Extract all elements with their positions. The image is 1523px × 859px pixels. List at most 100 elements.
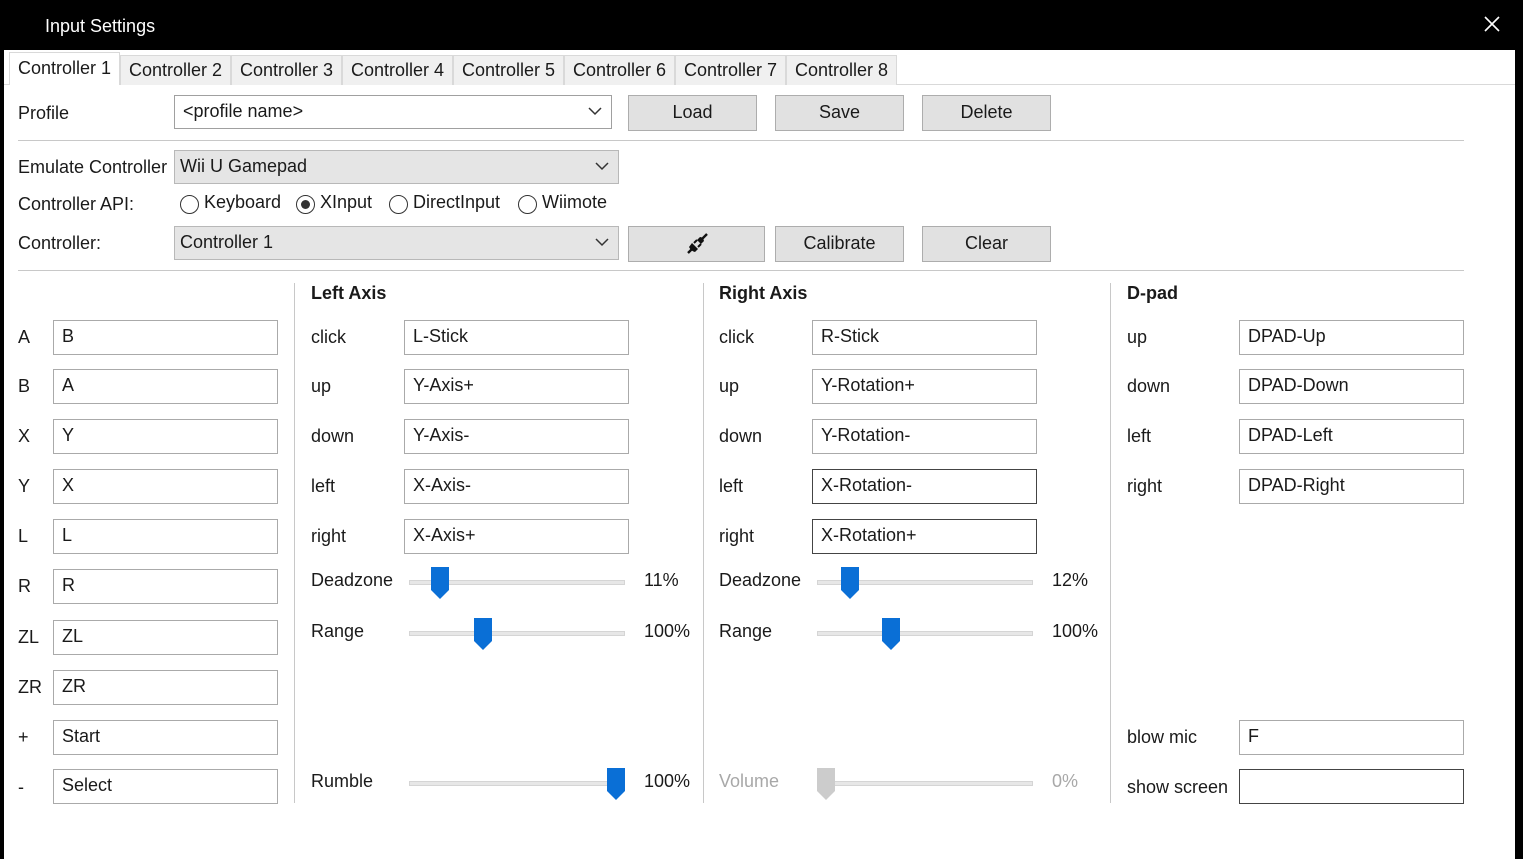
controller-label: Controller: xyxy=(18,233,102,253)
profile-label: Profile xyxy=(18,103,70,123)
left-axis-up-field[interactable]: Y-Axis+ xyxy=(404,369,629,404)
connect-button[interactable] xyxy=(628,226,765,262)
mapping-minus[interactable]: Select xyxy=(53,769,278,804)
button-label-b: B xyxy=(18,376,31,396)
slider-thumb[interactable] xyxy=(840,567,859,599)
tab-controller-8[interactable]: Controller 8 xyxy=(786,55,897,85)
button-label-minus: - xyxy=(18,777,24,797)
left-range-label: Range xyxy=(311,621,365,641)
profile-combo[interactable]: <profile name> xyxy=(174,95,612,129)
plug-icon xyxy=(686,233,708,254)
radio-xinput[interactable]: XInput xyxy=(296,192,376,216)
tab-controller-4[interactable]: Controller 4 xyxy=(342,55,453,85)
right-axis-click-label: click xyxy=(719,327,754,347)
rumble-value: 100% xyxy=(644,771,691,791)
right-deadzone-value: 12% xyxy=(1052,570,1089,590)
controller-value: Controller 1 xyxy=(180,232,274,252)
mapping-y[interactable]: X xyxy=(53,469,278,504)
column-divider xyxy=(1110,283,1111,803)
slider-thumb xyxy=(817,768,835,800)
button-label-x: X xyxy=(18,426,31,446)
right-axis-down-label: down xyxy=(719,426,763,446)
emulate-controller-combo[interactable]: Wii U Gamepad xyxy=(174,150,619,184)
slider-thumb[interactable] xyxy=(882,618,901,650)
button-label-y: Y xyxy=(18,476,31,496)
left-axis-right-field[interactable]: X-Axis+ xyxy=(404,519,629,554)
dpad-up-field[interactable]: DPAD-Up xyxy=(1239,320,1464,355)
save-button[interactable]: Save xyxy=(775,95,904,131)
left-range-value: 100% xyxy=(644,621,691,641)
delete-button[interactable]: Delete xyxy=(922,95,1051,131)
radio-wiimote[interactable]: Wiimote xyxy=(518,192,614,216)
dpad-right-field[interactable]: DPAD-Right xyxy=(1239,469,1464,504)
button-label-r: R xyxy=(18,576,31,596)
tab-controller-7[interactable]: Controller 7 xyxy=(675,55,786,85)
right-axis-up-field[interactable]: Y-Rotation+ xyxy=(812,369,1037,404)
right-range-slider[interactable] xyxy=(817,618,1033,650)
radio-keyboard[interactable]: Keyboard xyxy=(180,192,286,216)
clear-button[interactable]: Clear xyxy=(922,226,1051,262)
tab-controller-5[interactable]: Controller 5 xyxy=(453,55,564,85)
right-range-label: Range xyxy=(719,621,773,641)
slider-thumb[interactable] xyxy=(474,618,493,650)
profile-name: <profile name> xyxy=(183,101,304,121)
mapping-zl[interactable]: ZL xyxy=(53,620,278,655)
right-axis-title: Right Axis xyxy=(719,283,808,303)
column-divider xyxy=(294,283,295,803)
controller-combo[interactable]: Controller 1 xyxy=(174,226,619,260)
right-range-value: 100% xyxy=(1052,621,1099,641)
dpad-left-field[interactable]: DPAD-Left xyxy=(1239,419,1464,454)
divider xyxy=(18,140,1464,141)
calibrate-button[interactable]: Calibrate xyxy=(775,226,904,262)
radio-directinput-label: DirectInput xyxy=(413,192,501,212)
tab-controller-6[interactable]: Controller 6 xyxy=(564,55,675,85)
radio-directinput[interactable]: DirectInput xyxy=(389,192,507,216)
tab-controller-2[interactable]: Controller 2 xyxy=(120,55,231,85)
show-screen-label: show screen xyxy=(1127,777,1229,797)
radio-circle-selected xyxy=(296,195,315,214)
volume-value: 0% xyxy=(1052,771,1079,791)
right-axis-left-field[interactable]: X-Rotation- xyxy=(812,469,1037,504)
radio-xinput-label: XInput xyxy=(320,192,373,212)
blow-mic-field[interactable]: F xyxy=(1239,720,1464,755)
dpad-down-field[interactable]: DPAD-Down xyxy=(1239,369,1464,404)
left-axis-left-label: left xyxy=(311,476,336,496)
right-axis-right-field[interactable]: X-Rotation+ xyxy=(812,519,1037,554)
left-range-slider[interactable] xyxy=(409,618,625,650)
slider-track xyxy=(409,781,625,786)
mapping-x[interactable]: Y xyxy=(53,419,278,454)
controller-api-label: Controller API: xyxy=(18,194,135,214)
left-axis-click-field[interactable]: L-Stick xyxy=(404,320,629,355)
divider xyxy=(18,270,1464,271)
show-screen-field[interactable] xyxy=(1239,769,1464,804)
left-deadzone-value: 11% xyxy=(644,570,679,590)
left-axis-left-field[interactable]: X-Axis- xyxy=(404,469,629,504)
slider-track xyxy=(409,631,625,636)
radio-wiimote-label: Wiimote xyxy=(542,192,608,212)
mapping-a[interactable]: B xyxy=(53,320,278,355)
mapping-b[interactable]: A xyxy=(53,369,278,404)
slider-thumb[interactable] xyxy=(607,768,625,800)
right-deadzone-slider[interactable] xyxy=(817,567,1033,599)
mapping-zr[interactable]: ZR xyxy=(53,670,278,705)
load-button[interactable]: Load xyxy=(628,95,757,131)
left-deadzone-slider[interactable] xyxy=(409,567,625,599)
radio-circle xyxy=(518,195,537,214)
tab-controller-3[interactable]: Controller 3 xyxy=(231,55,342,85)
tab-controller-1[interactable]: Controller 1 xyxy=(9,52,120,85)
left-axis-down-field[interactable]: Y-Axis- xyxy=(404,419,629,454)
right-axis-right-label: right xyxy=(719,526,755,546)
close-icon[interactable] xyxy=(1480,12,1504,36)
right-axis-down-field[interactable]: Y-Rotation- xyxy=(812,419,1037,454)
mapping-l[interactable]: L xyxy=(53,519,278,554)
window-title: Input Settings xyxy=(45,16,156,36)
dpad-down-label: down xyxy=(1127,376,1171,396)
left-axis-click-label: click xyxy=(311,327,346,347)
mapping-plus[interactable]: Start xyxy=(53,720,278,755)
mapping-r[interactable]: R xyxy=(53,569,278,604)
left-deadzone-label: Deadzone xyxy=(311,570,394,590)
dpad-left-label: left xyxy=(1127,426,1152,446)
right-axis-click-field[interactable]: R-Stick xyxy=(812,320,1037,355)
slider-thumb[interactable] xyxy=(430,567,449,599)
rumble-slider[interactable] xyxy=(409,768,625,800)
